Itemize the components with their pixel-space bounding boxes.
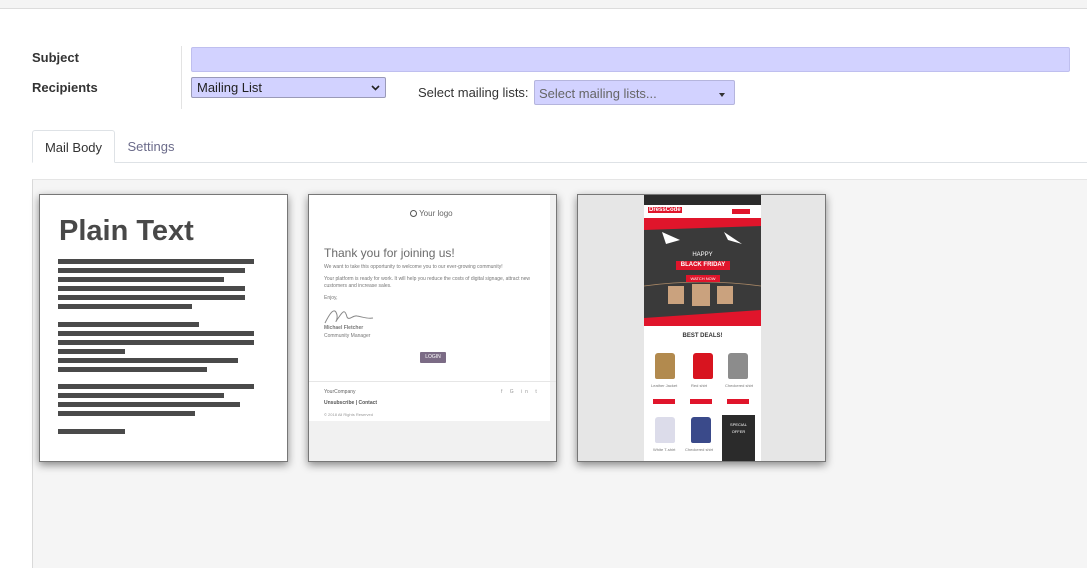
text-line xyxy=(58,411,195,416)
hero-watch-now: WATCH NOW xyxy=(686,275,720,282)
hero-happy: HAPPY xyxy=(692,252,713,258)
hero-decoration-icon xyxy=(644,218,761,326)
product-image xyxy=(728,353,748,379)
product-name: Leather Jacket xyxy=(651,383,678,388)
tab-settings[interactable]: Settings xyxy=(115,130,187,163)
plain-text-title: Plain Text xyxy=(59,215,194,247)
logo-icon xyxy=(410,210,417,217)
text-line xyxy=(58,286,245,291)
tab-mail-body[interactable]: Mail Body xyxy=(32,130,115,163)
hero-black-friday: BLACK FRIDAY xyxy=(676,261,730,270)
text-line xyxy=(58,331,254,336)
text-line xyxy=(58,268,245,273)
logo-text: Your logo xyxy=(419,209,453,218)
welcome-logo: Your logo xyxy=(410,209,453,218)
mailing-lists-label: Select mailing lists: xyxy=(418,85,529,100)
buy-button xyxy=(653,399,675,404)
buy-button xyxy=(690,399,712,404)
newsletter-topbar xyxy=(644,195,761,205)
product-name: Checkered shirt xyxy=(685,447,714,452)
product-image xyxy=(691,417,711,443)
newsletter-brand: DressCode xyxy=(648,207,682,214)
template-plain-text[interactable]: Plain Text xyxy=(39,194,288,462)
text-line xyxy=(58,429,125,434)
buy-button xyxy=(727,399,749,404)
welcome-enjoy: Enjoy, xyxy=(324,295,338,301)
template-newsletter[interactable]: DressCode HAPPY BLACK FRIDAY WATCH NOW B… xyxy=(577,194,826,462)
newsletter-body: DressCode HAPPY BLACK FRIDAY WATCH NOW B… xyxy=(644,195,761,461)
text-line xyxy=(58,295,245,300)
welcome-heading: Thank you for joining us! xyxy=(324,246,455,260)
welcome-links: Unsubscribe | Contact xyxy=(324,400,378,406)
text-line xyxy=(58,402,240,407)
text-line xyxy=(58,322,199,327)
text-line xyxy=(58,367,207,372)
recipients-label: Recipients xyxy=(32,80,98,95)
newsletter-nav-button xyxy=(732,209,750,214)
template-welcome[interactable]: Your logo Thank you for joining us! We w… xyxy=(308,194,557,462)
welcome-line-1: We want to take this opportunity to welc… xyxy=(324,264,503,270)
product-image xyxy=(655,353,675,379)
welcome-footer-divider xyxy=(309,381,556,382)
subject-label: Subject xyxy=(32,50,79,65)
tabs-underline xyxy=(32,162,1087,163)
product-image xyxy=(693,353,713,379)
welcome-rights: © 2018 All Rights Reserved xyxy=(324,412,373,417)
product-name: Checkered shirt xyxy=(725,383,754,388)
chevron-down-icon xyxy=(371,85,380,91)
welcome-line-2: Your platform is ready for work. It will… xyxy=(324,276,531,289)
text-line xyxy=(58,349,125,354)
recipients-select[interactable]: Mailing List xyxy=(191,77,386,98)
brand-text: DressCode xyxy=(648,207,682,213)
welcome-company: YourCompany xyxy=(324,389,356,395)
caret-down-icon xyxy=(719,93,725,97)
text-line xyxy=(58,384,254,389)
special-offer-text: SPECIAL OFFER xyxy=(730,422,747,434)
special-offer-box: SPECIAL OFFER xyxy=(722,415,755,461)
recipients-select-value: Mailing List xyxy=(197,80,263,95)
text-line xyxy=(58,277,224,282)
product-name: Red shirt xyxy=(691,383,708,388)
text-line xyxy=(58,358,238,363)
top-toolbar-strip xyxy=(0,0,1087,9)
product-image xyxy=(655,417,675,443)
login-button: LOGIN xyxy=(420,352,446,363)
text-line xyxy=(58,393,224,398)
social-icons: f G in t xyxy=(501,389,540,395)
text-line xyxy=(58,259,254,264)
label-divider xyxy=(181,46,182,109)
best-deals-heading: BEST DEALS! xyxy=(682,333,723,339)
text-line xyxy=(58,304,192,309)
subject-input[interactable] xyxy=(191,47,1070,72)
product-name: White T-shirt xyxy=(653,447,676,452)
text-line xyxy=(58,340,254,345)
newsletter-hero: HAPPY BLACK FRIDAY WATCH NOW xyxy=(644,218,761,326)
signature-icon xyxy=(324,310,374,324)
mailing-lists-placeholder: Select mailing lists... xyxy=(539,86,657,101)
welcome-role: Community Manager xyxy=(324,333,371,339)
welcome-signer: Michael Fletcher xyxy=(324,325,364,331)
mailing-lists-select[interactable]: Select mailing lists... xyxy=(534,80,735,105)
